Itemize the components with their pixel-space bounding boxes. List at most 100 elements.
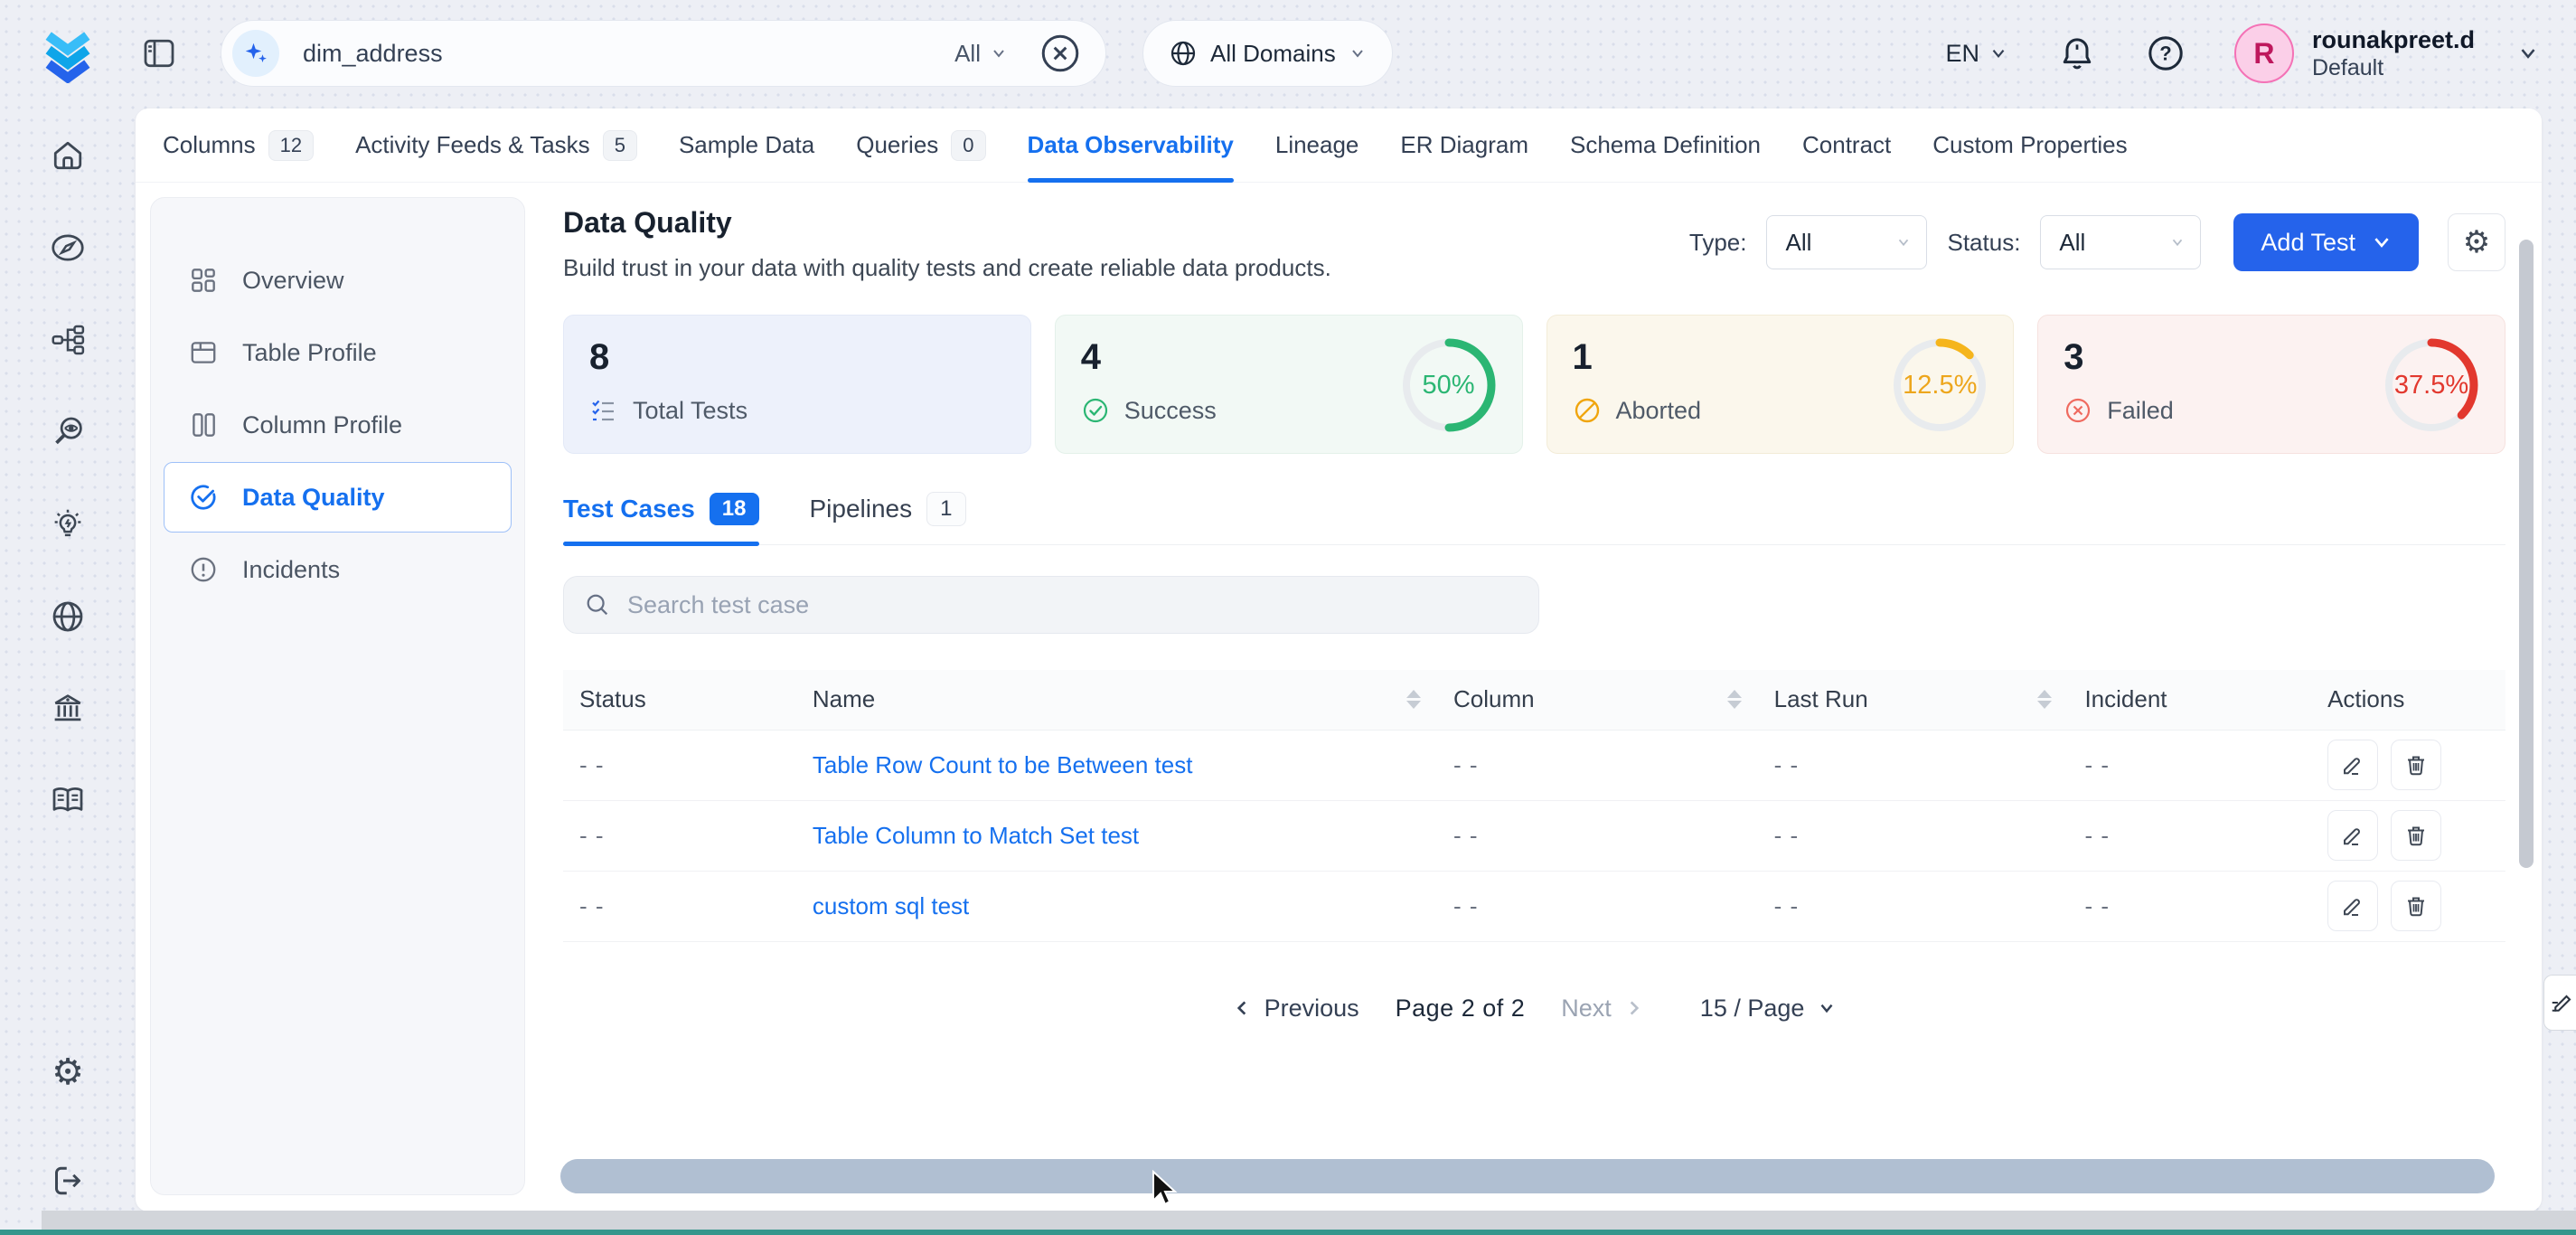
test-case-search [563,576,1539,634]
tab-test-cases[interactable]: Test Cases 18 [563,492,759,544]
tab-activity-feeds[interactable]: Activity Feeds & Tasks5 [355,108,637,182]
search-scope-dropdown[interactable]: All [954,40,1008,68]
sort-icon[interactable] [2037,690,2052,709]
govern-bank-icon[interactable] [50,691,86,727]
page-subtitle: Build trust in your data with quality te… [563,254,1331,282]
status-filter-select[interactable]: All [2040,215,2201,269]
edit-button[interactable] [2327,881,2378,931]
tab-custom-properties[interactable]: Custom Properties [1932,108,2127,182]
svg-text:?: ? [2159,42,2171,65]
horizontal-scrollbar[interactable] [560,1159,2495,1193]
column-profile-icon [188,410,219,440]
grid-icon [188,265,219,296]
table-row: - - Table Row Count to be Between test -… [563,730,2505,800]
checklist-icon [589,396,618,425]
vertical-scrollbar[interactable] [2519,240,2534,868]
pencil-icon [2340,752,2365,778]
delete-button[interactable] [2391,810,2441,861]
tab-data-observability[interactable]: Data Observability [1028,108,1234,182]
tab-contract[interactable]: Contract [1802,108,1891,182]
insights-lightbulb-icon[interactable] [50,506,86,542]
chevron-down-icon [2169,234,2186,250]
sidebar-item-incidents[interactable]: Incidents [164,534,512,605]
help-icon[interactable]: ? [2146,33,2186,73]
sort-icon[interactable] [1727,690,1742,709]
domains-dropdown[interactable]: All Domains [1142,20,1393,87]
global-search-input[interactable] [303,40,954,68]
test-case-link[interactable]: Table Column to Match Set test [813,822,1139,849]
chevron-down-icon [1988,43,2008,63]
test-cases-count-badge: 18 [710,493,759,525]
clear-search-icon[interactable] [1039,32,1082,75]
glossary-book-icon[interactable] [50,783,86,819]
edit-button[interactable] [2327,740,2378,790]
left-nav-rail: ⚙ [0,107,136,1235]
total-tests-card: 8 Total Tests [563,315,1031,454]
pagination: Previous Page 2 of 2 Next 15 / Page [563,995,2505,1023]
last-run-cell: - - [1758,800,2069,871]
col-column[interactable]: Column [1437,670,1758,730]
tab-sample-data[interactable]: Sample Data [679,108,814,182]
trash-icon [2403,893,2429,919]
delete-button[interactable] [2391,740,2441,790]
col-name[interactable]: Name [796,670,1437,730]
entity-content-card: Columns12 Activity Feeds & Tasks5 Sample… [136,108,2542,1211]
tab-schema-definition[interactable]: Schema Definition [1570,108,1761,182]
app-root: All All Domains EN [0,0,2576,1235]
notifications-bell-icon[interactable] [2057,33,2097,73]
sidebar-item-data-quality[interactable]: Data Quality [164,462,512,533]
explore-compass-icon[interactable] [50,230,86,266]
observability-search-eye-icon[interactable] [50,414,86,450]
language-selector[interactable]: EN [1945,40,2008,68]
tab-queries[interactable]: Queries0 [856,108,985,182]
domains-globe-icon[interactable] [50,599,86,635]
failed-x-icon [2064,396,2092,425]
lineage-flow-icon[interactable] [50,322,86,358]
quality-settings-button[interactable]: ⚙ [2448,213,2505,271]
page-size-select[interactable]: 15 / Page [1700,995,1838,1023]
tab-lineage[interactable]: Lineage [1275,108,1359,182]
previous-page-button[interactable]: Previous [1232,995,1359,1023]
next-page-button[interactable]: Next [1561,995,1644,1023]
data-quality-main: Data Quality Build trust in your data wi… [525,183,2542,1211]
page-title: Data Quality [563,206,1331,240]
chevron-right-icon [1624,998,1644,1018]
column-cell: - - [1437,730,1758,800]
test-case-search-input[interactable] [627,591,1518,619]
openmetadata-logo-icon[interactable] [40,24,96,83]
edit-button[interactable] [2327,810,2378,861]
status-filter-label: Status: [1947,229,2020,257]
status-cell: - - [563,800,796,871]
tab-er-diagram[interactable]: ER Diagram [1400,108,1528,182]
tab-pipelines[interactable]: Pipelines 1 [810,492,966,544]
failed-tests-card: 3 Failed [2037,315,2505,454]
failed-donut: 37.5% [2380,334,2483,437]
pencil-icon [2340,893,2365,919]
sidebar-item-table-profile[interactable]: Table Profile [164,317,512,388]
page-indicator: Page 2 of 2 [1396,995,1526,1023]
settings-gear-icon[interactable]: ⚙ [52,1054,84,1090]
logout-icon[interactable] [50,1163,86,1199]
sidebar-item-overview[interactable]: Overview [164,245,512,316]
user-menu[interactable]: R rounakpreet.d Default [2234,24,2540,83]
last-run-cell: - - [1758,871,2069,941]
tab-columns[interactable]: Columns12 [163,108,314,182]
type-filter-select[interactable]: All [1766,215,1927,269]
delete-button[interactable] [2391,881,2441,931]
search-icon [584,591,611,618]
sidebar-item-column-profile[interactable]: Column Profile [164,390,512,460]
window-bottom-scrollbar[interactable] [42,1211,2576,1230]
success-donut: 50% [1397,334,1500,437]
incident-cell: - - [2068,730,2311,800]
add-test-button[interactable]: Add Test [2233,213,2419,271]
sort-icon[interactable] [1406,690,1421,709]
home-icon[interactable] [50,137,86,174]
chevron-down-icon [1349,44,1367,62]
test-case-link[interactable]: custom sql test [813,892,969,919]
feedback-widget-tab[interactable] [2543,975,2576,1031]
incident-cell: - - [2068,800,2311,871]
sidebar-toggle-icon[interactable] [141,35,177,71]
test-case-link[interactable]: Table Row Count to be Between test [813,751,1193,778]
col-last-run[interactable]: Last Run [1758,670,2069,730]
chevron-down-icon [2372,232,2392,252]
